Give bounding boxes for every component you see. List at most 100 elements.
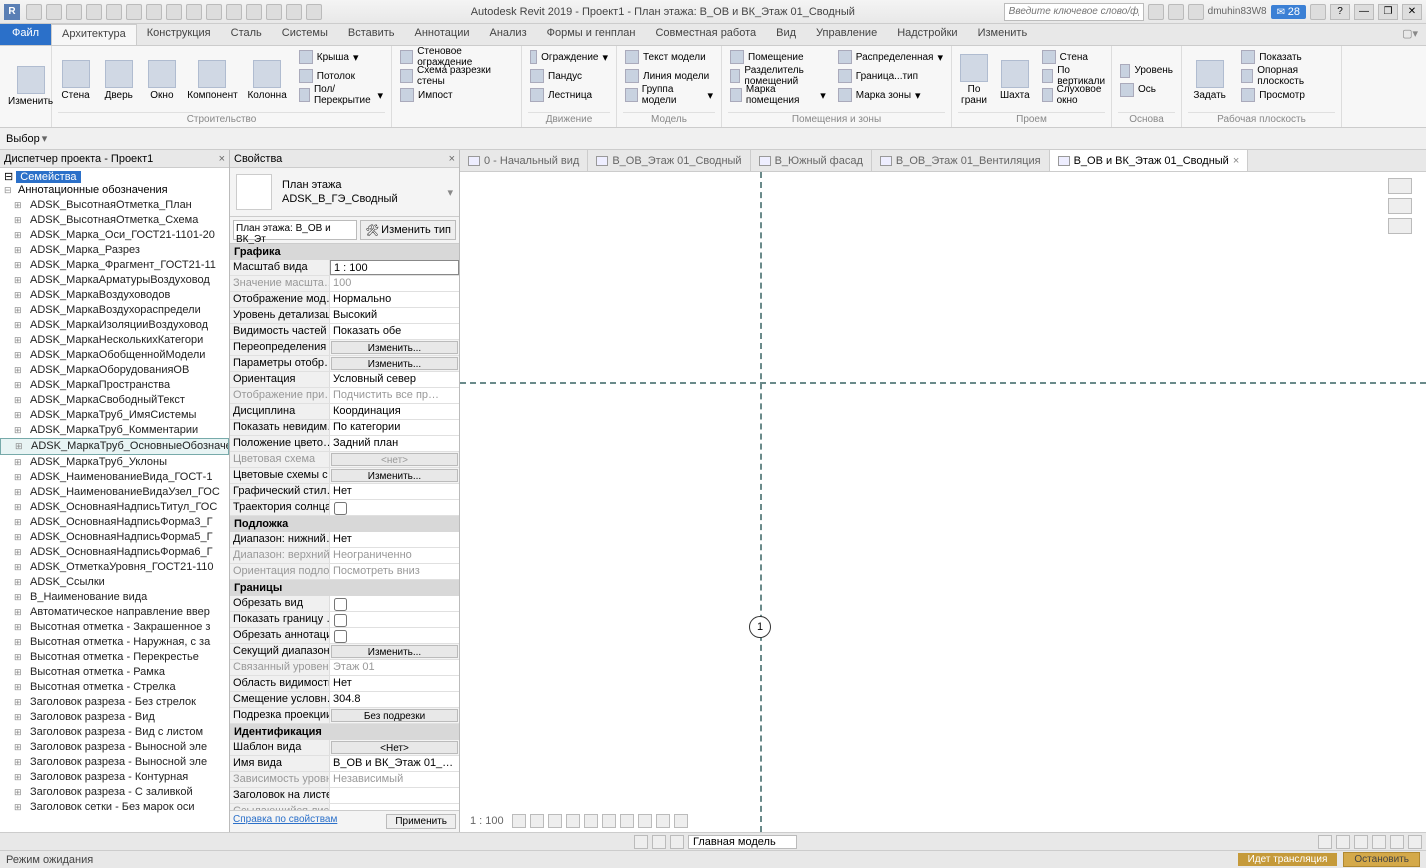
tree-item[interactable]: ADSK_Марка_Оси_ГОСТ21-1101-20 [0, 228, 229, 243]
mullion-button[interactable]: Импост [398, 86, 515, 104]
property-value[interactable]: Нормально [330, 292, 459, 307]
grid-bubble[interactable]: 1 [749, 616, 771, 638]
curtain-wall-button[interactable]: Стеновое ограждение [398, 48, 515, 66]
tree-item[interactable]: ADSK_ВысотнаяОтметка_Схема [0, 213, 229, 228]
model-text-button[interactable]: Текст модели [623, 48, 715, 66]
tree-item[interactable]: ADSK_МаркаПространства [0, 378, 229, 393]
search-input[interactable] [1004, 3, 1144, 21]
reveal-icon[interactable] [674, 814, 688, 828]
minimize-button[interactable]: — [1354, 4, 1374, 20]
tree-item[interactable]: ADSK_МаркаТруб_ОсновныеОбозначения [0, 438, 229, 455]
crop-region-icon[interactable] [620, 814, 634, 828]
by-face-button[interactable]: По грани [958, 48, 990, 112]
property-checkbox[interactable] [334, 614, 347, 627]
unhide-icon[interactable] [638, 814, 652, 828]
property-value[interactable] [330, 788, 459, 803]
property-edit-button[interactable]: Без подрезки [331, 709, 458, 722]
notification-badge[interactable]: ✉ 28 [1271, 5, 1306, 19]
property-value[interactable]: Подчистить все пр… [330, 388, 459, 403]
tree-item[interactable]: ADSK_Ссылки [0, 575, 229, 590]
tree-item[interactable]: ADSK_ВысотнаяОтметка_План [0, 198, 229, 213]
railing-button[interactable]: Ограждение ▾ [528, 48, 610, 66]
select-links-icon[interactable] [1318, 835, 1332, 849]
qat-save-icon[interactable] [46, 4, 62, 20]
tab-addins[interactable]: Надстройки [887, 24, 967, 45]
dormer-button[interactable]: Слуховое окно [1040, 86, 1110, 104]
tab-systems[interactable]: Системы [272, 24, 338, 45]
tab-manage[interactable]: Управление [806, 24, 887, 45]
select-underlay-icon[interactable] [1336, 835, 1350, 849]
favorites-icon[interactable] [1310, 4, 1326, 20]
tree-item[interactable]: В_Наименование вида [0, 590, 229, 605]
tree-item[interactable]: ADSK_НаименованиеВида_ГОСТ-1 [0, 470, 229, 485]
tree-item[interactable]: Автоматическое направление ввер [0, 605, 229, 620]
show-button[interactable]: Показать [1239, 48, 1335, 66]
property-value[interactable] [330, 628, 459, 643]
apply-button[interactable]: Применить [386, 814, 456, 829]
property-edit-button[interactable]: Изменить... [331, 341, 458, 354]
property-edit-button[interactable]: Изменить... [331, 469, 458, 482]
detail-level-icon[interactable] [512, 814, 526, 828]
close-icon[interactable]: × [1233, 155, 1239, 167]
tab-annotate[interactable]: Аннотации [405, 24, 480, 45]
property-value[interactable]: Нет [330, 676, 459, 691]
component-button[interactable]: Компонент [187, 48, 237, 112]
property-value[interactable]: По категории [330, 420, 459, 435]
close-button[interactable]: ✕ [1402, 4, 1422, 20]
tree-item[interactable]: Высотная отметка - Стрелка [0, 680, 229, 695]
stair-button[interactable]: Лестница [528, 86, 610, 104]
set-button[interactable]: Задать [1188, 48, 1231, 112]
shadows-icon[interactable] [566, 814, 580, 828]
floor-button[interactable]: Пол/Перекрытие ▾ [297, 86, 385, 104]
cat-graphics[interactable]: Графика [230, 244, 459, 260]
tree-item[interactable]: Заголовок разреза - Выносной эле [0, 740, 229, 755]
qat-text-icon[interactable] [186, 4, 202, 20]
property-value[interactable]: Этаж 01 [330, 660, 459, 675]
drag-icon[interactable] [1390, 835, 1404, 849]
edit-type-button[interactable]: 🛠Изменить тип [360, 220, 456, 240]
properties-list[interactable]: Графика Масштаб вида1 : 100Значение масш… [230, 244, 459, 810]
qat-undo-icon[interactable] [86, 4, 102, 20]
property-checkbox[interactable] [334, 502, 347, 515]
chevron-down-icon[interactable]: ▾ [447, 186, 453, 199]
qat-section-icon[interactable] [226, 4, 242, 20]
tree-item[interactable]: Заголовок сетки - Без марок оси [0, 800, 229, 815]
property-edit-button[interactable]: Изменить... [331, 357, 458, 370]
cat-underlay[interactable]: Подложка [230, 516, 459, 532]
worksets-icon[interactable] [634, 835, 648, 849]
visual-style-icon[interactable] [530, 814, 544, 828]
qat-open-icon[interactable] [26, 4, 42, 20]
property-value[interactable]: Высокий [330, 308, 459, 323]
room-sep-button[interactable]: Разделитель помещений [728, 67, 828, 85]
property-checkbox[interactable] [334, 630, 347, 643]
sun-path-icon[interactable] [548, 814, 562, 828]
select-pinned-icon[interactable] [1354, 835, 1368, 849]
tree-item[interactable]: Заголовок разреза - Выносной эле [0, 755, 229, 770]
view-tab[interactable]: В_Южный фасад [751, 150, 872, 171]
design-options-icon[interactable] [670, 835, 684, 849]
tree-item[interactable]: Заголовок разреза - Вид [0, 710, 229, 725]
nav-pan-icon[interactable] [1388, 218, 1412, 234]
tree-group[interactable]: Аннотационные обозначения [0, 183, 229, 198]
ribbon-collapse-icon[interactable]: ▢▾ [1394, 24, 1426, 45]
column-button[interactable]: Колонна [245, 48, 288, 112]
door-button[interactable]: Дверь [101, 48, 136, 112]
tree-item[interactable]: ADSK_Марка_Разрез [0, 243, 229, 258]
cat-extents[interactable]: Границы [230, 580, 459, 596]
area-tag-button[interactable]: Марка зоны ▾ [836, 86, 945, 104]
tree-item[interactable]: Заголовок разреза - С заливкой [0, 785, 229, 800]
tab-insert[interactable]: Вставить [338, 24, 405, 45]
tree-item[interactable]: ADSK_МаркаВоздуховодов [0, 288, 229, 303]
property-value[interactable]: 304.8 [330, 692, 459, 707]
main-model-dropdown[interactable]: Главная модель [688, 835, 797, 849]
property-value[interactable]: Условный север [330, 372, 459, 387]
ref-plane-button[interactable]: Опорная плоскость [1239, 67, 1335, 85]
qat-close-hidden-icon[interactable] [266, 4, 282, 20]
tree-item[interactable]: ADSK_ОсновнаяНадписьФорма6_Г [0, 545, 229, 560]
tab-collaborate[interactable]: Совместная работа [645, 24, 766, 45]
file-tab[interactable]: Файл [0, 24, 51, 45]
tree-item[interactable]: ADSK_МаркаНесколькихКатегори [0, 333, 229, 348]
tree-item[interactable]: Заголовок разреза - Контурная [0, 770, 229, 785]
tab-analyze[interactable]: Анализ [479, 24, 536, 45]
tree-item[interactable]: ADSK_ОтметкаУровня_ГОСТ21-110 [0, 560, 229, 575]
